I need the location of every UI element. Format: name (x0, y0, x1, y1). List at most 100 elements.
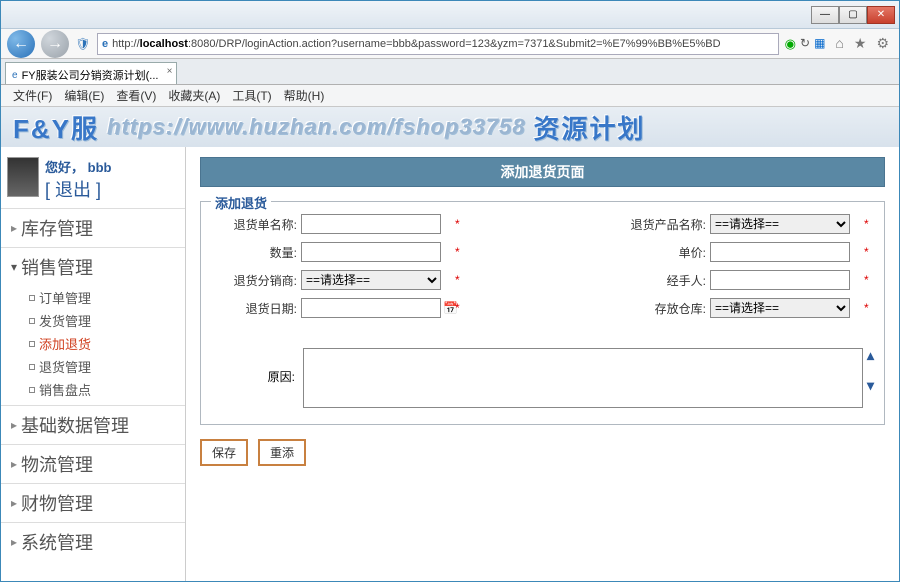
address-bar[interactable]: e http://localhost:8080/DRP/loginAction.… (97, 33, 779, 55)
sidebar-item[interactable]: ▸ 库存管理 (1, 208, 185, 247)
sidebar-item-label: 系统管理 (21, 529, 93, 555)
label-quantity: 数量: (211, 244, 301, 261)
sidebar-sub-item[interactable]: 添加退货 (29, 332, 185, 355)
url-path: :8080/DRP/loginAction.action?username=bb… (188, 38, 721, 50)
label-distributor: 退货分销商: (211, 272, 301, 289)
feed-icon[interactable]: ▦ (814, 36, 825, 52)
user-name: bbb (88, 160, 112, 175)
required-mark: * (860, 245, 874, 259)
home-icon[interactable]: ⌂ (835, 35, 843, 52)
user-box: 您好， bbb [ 退出 ] (1, 151, 185, 208)
label-date: 退货日期: (211, 300, 301, 317)
tab-favicon: e (12, 70, 18, 81)
sidebar-sub-label: 销售盘点 (39, 380, 91, 399)
select-distributor[interactable]: ==请选择== (301, 270, 441, 290)
window-titlebar: — ▢ ✕ (1, 1, 899, 29)
sidebar-sub-label: 订单管理 (39, 288, 91, 307)
select-product-name[interactable]: ==请选择== (710, 214, 850, 234)
sidebar-item-label: 基础数据管理 (21, 412, 129, 438)
url-host: localhost (140, 38, 188, 50)
sidebar-item-label: 财物管理 (21, 490, 93, 516)
shield-icon[interactable]: 🛡 (75, 37, 91, 51)
sidebar-item[interactable]: ▸ 系统管理 (1, 522, 185, 561)
input-price[interactable] (710, 242, 850, 262)
required-mark: * (451, 245, 465, 259)
reset-button[interactable]: 重添 (258, 439, 306, 466)
menu-file[interactable]: 文件(F) (9, 87, 56, 104)
sidebar-item-label: 销售管理 (21, 254, 93, 280)
fieldset-legend: 添加退货 (211, 193, 271, 212)
banner: F&Y服 https://www.huzhan.com/fshop33758 资… (1, 107, 899, 147)
banner-right: 资源计划 (533, 109, 645, 146)
sidebar-item-label: 库存管理 (21, 215, 93, 241)
main-panel: 添加退货页面 添加退货 退货单名称: * 退货产品名称: ==请选择== * 数… (186, 147, 899, 582)
ie-icon: e (102, 38, 108, 50)
textarea-reason[interactable] (303, 348, 863, 408)
menu-favorites[interactable]: 收藏夹(A) (164, 87, 224, 104)
back-button[interactable]: ← (7, 30, 35, 58)
banner-left: F&Y服 (13, 109, 99, 146)
scroll-up-icon[interactable]: ▴ (867, 348, 874, 362)
chevron-right-icon: ▸ (11, 418, 17, 432)
menu-edit[interactable]: 编辑(E) (60, 87, 108, 104)
banner-watermark: https://www.huzhan.com/fshop33758 (107, 114, 525, 140)
refresh-icon[interactable]: ↻ (800, 36, 810, 52)
chevron-right-icon: ▸ (11, 535, 17, 549)
favorites-icon[interactable]: ★ (854, 35, 867, 52)
menu-view[interactable]: 查看(V) (112, 87, 160, 104)
compat-icon[interactable]: ◉ (785, 36, 796, 52)
user-greeting: 您好， (45, 160, 84, 175)
label-product-name: 退货产品名称: (620, 216, 710, 233)
menu-tools[interactable]: 工具(T) (228, 87, 275, 104)
required-mark: * (860, 217, 874, 231)
sidebar-sub-item[interactable]: 销售盘点 (29, 378, 185, 401)
sidebar-item-label: 物流管理 (21, 451, 93, 477)
required-mark: * (451, 273, 465, 287)
required-mark: * (860, 273, 874, 287)
sidebar-sub-item[interactable]: 发货管理 (29, 309, 185, 332)
bullet-icon (29, 295, 35, 301)
sidebar-item[interactable]: ▸ 基础数据管理 (1, 405, 185, 444)
bullet-icon (29, 341, 35, 347)
url-prefix: http:// (112, 38, 140, 50)
forward-button[interactable]: → (41, 30, 69, 58)
minimize-button[interactable]: — (811, 6, 839, 24)
bullet-icon (29, 364, 35, 370)
input-return-name[interactable] (301, 214, 441, 234)
sidebar-sub-label: 添加退货 (39, 334, 91, 353)
chevron-right-icon: ▸ (11, 496, 17, 510)
sidebar-sub-label: 发货管理 (39, 311, 91, 330)
save-button[interactable]: 保存 (200, 439, 248, 466)
sidebar-item[interactable]: ▸ 财物管理 (1, 483, 185, 522)
menu-help[interactable]: 帮助(H) (280, 87, 329, 104)
select-warehouse[interactable]: ==请选择== (710, 298, 850, 318)
sidebar-sub-item[interactable]: 退货管理 (29, 355, 185, 378)
chevron-down-icon: ▾ (11, 260, 17, 274)
avatar (7, 157, 39, 197)
sidebar-item[interactable]: ▸物流管理 (1, 444, 185, 483)
input-quantity[interactable] (301, 242, 441, 262)
browser-tabs: e FY服装公司分销资源计划(... × (1, 59, 899, 85)
sidebar: 您好， bbb [ 退出 ] ▸ 库存管理 ▾ 销售管理订单管理发货管理添加退货退货管… (1, 147, 186, 582)
bullet-icon (29, 318, 35, 324)
tools-icon[interactable]: ⚙ (876, 35, 889, 52)
tab-close-icon[interactable]: × (167, 66, 173, 77)
tab-title: FY服装公司分销资源计划(... (22, 67, 159, 83)
required-mark: * (860, 301, 874, 315)
maximize-button[interactable]: ▢ (839, 6, 867, 24)
label-reason: 原因: (211, 348, 299, 385)
form-fieldset: 添加退货 退货单名称: * 退货产品名称: ==请选择== * 数量: * 单价… (200, 201, 885, 425)
logout-link[interactable]: [ 退出 ] (45, 176, 111, 202)
sidebar-sub-item[interactable]: 订单管理 (29, 286, 185, 309)
input-date[interactable] (301, 298, 441, 318)
page-title: 添加退货页面 (200, 157, 885, 187)
close-window-button[interactable]: ✕ (867, 6, 895, 24)
chevron-right-icon: ▸ (11, 221, 17, 235)
browser-tab[interactable]: e FY服装公司分销资源计划(... × (5, 62, 177, 84)
scroll-down-icon[interactable]: ▾ (867, 378, 874, 392)
browser-nav-row: ← → 🛡 e http://localhost:8080/DRP/loginA… (1, 29, 899, 59)
input-handler[interactable] (710, 270, 850, 290)
label-return-name: 退货单名称: (211, 216, 301, 233)
bullet-icon (29, 387, 35, 393)
sidebar-item[interactable]: ▾ 销售管理 (1, 247, 185, 286)
